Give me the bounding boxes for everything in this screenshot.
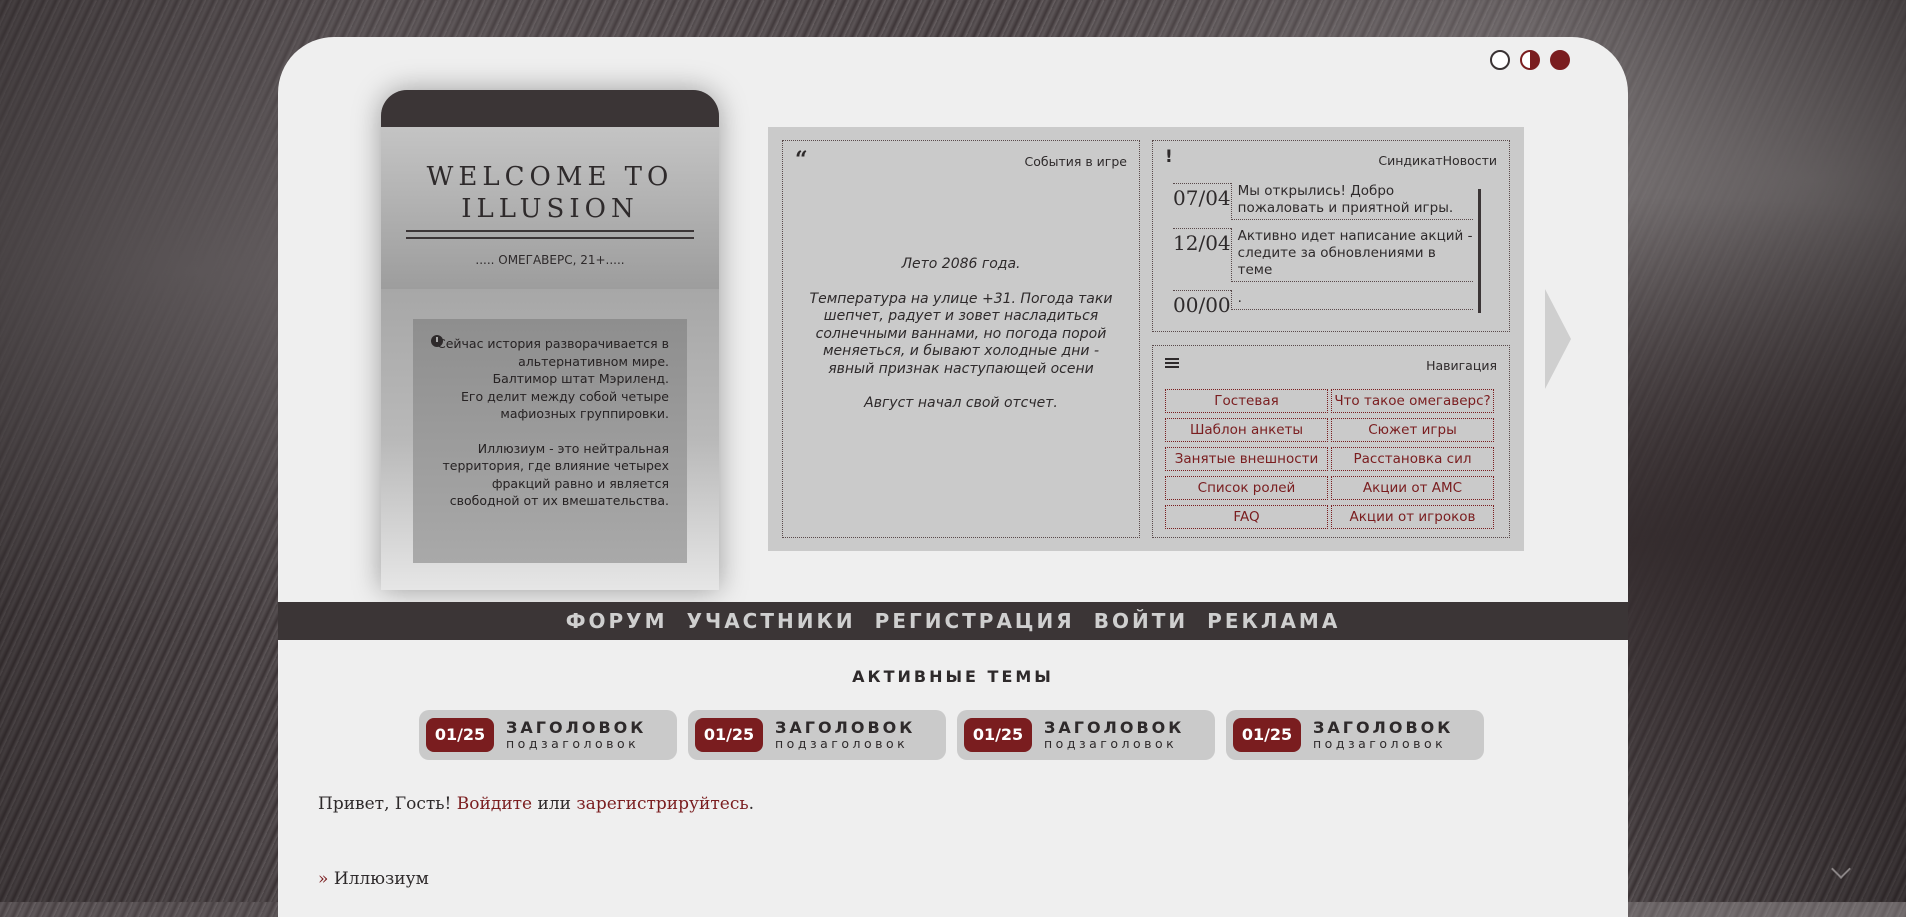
welcome-panel: WELCOME TO ILLUSION ..... ОМЕГАВЕРС, 21+… (381, 90, 719, 590)
welcome-topbar (381, 90, 719, 127)
login-link[interactable]: Войдите (457, 794, 532, 814)
news-scrollbar[interactable] (1478, 189, 1481, 313)
exclamation-icon: ! (1165, 147, 1173, 167)
events-paragraph-2: Температура на улице +31. Погода таки ше… (809, 290, 1113, 377)
news-item: 12/04 Активно идет написание акций - сле… (1173, 228, 1473, 282)
nav-title: Навигация (1426, 358, 1497, 373)
events-paragraph-3: Август начал свой отсчет. (864, 395, 1058, 411)
events-title: События в игре (1024, 154, 1127, 169)
topic-subtitle: подзаголовок (506, 736, 640, 751)
clock-icon (431, 335, 443, 347)
guest-greeting: Привет, Гость! Войдите или зарегистрируй… (318, 794, 754, 814)
events-body: Лето 2086 года. Температура на улице +31… (803, 256, 1119, 430)
events-panel: “ События в игре Лето 2086 года. Темпера… (782, 140, 1140, 538)
news-text: Активно идет написание акций - следите з… (1230, 228, 1473, 282)
story-box: Сейчас история разворачивается в альтерн… (413, 319, 687, 563)
welcome-title-line1: WELCOME TO (426, 162, 674, 192)
welcome-title: WELCOME TO ILLUSION (381, 127, 719, 225)
topic-count-badge: 01/25 (695, 718, 763, 752)
news-list: 07/04 Мы открылись! Добро пожаловать и п… (1173, 183, 1473, 325)
list-icon (1165, 358, 1179, 370)
news-date: 07/04 (1173, 183, 1231, 210)
menu-advertising[interactable]: РЕКЛАМА (1207, 602, 1340, 640)
topic-title: ЗАГОЛОВОК (1313, 718, 1454, 737)
nav-links: Гостевая Что такое омегаверс? Шаблон анк… (1165, 389, 1494, 529)
theme-dark-button[interactable] (1550, 50, 1570, 70)
theme-half-button[interactable] (1520, 50, 1540, 70)
news-date: 12/04 (1173, 228, 1231, 255)
nav-link-admin-promos[interactable]: Акции от АМС (1331, 476, 1494, 500)
theme-switcher (1490, 50, 1570, 70)
quote-icon: “ (795, 147, 808, 173)
topic-title: ЗАГОЛОВОК (1044, 718, 1185, 737)
news-item: 00/00 . (1173, 290, 1473, 317)
menu-login[interactable]: ВОЙТИ (1094, 602, 1188, 640)
topic-count-badge: 01/25 (964, 718, 1032, 752)
menu-register[interactable]: РЕГИСТРАЦИЯ (875, 602, 1075, 640)
topic-subtitle: подзаголовок (775, 736, 909, 751)
story-paragraph-1: Сейчас история разворачивается в альтерн… (436, 336, 669, 421)
nav-link-roles-list[interactable]: Список ролей (1165, 476, 1328, 500)
active-topic-card[interactable]: 01/25 ЗАГОЛОВОК подзаголовок (688, 710, 946, 760)
welcome-header: WELCOME TO ILLUSION ..... ОМЕГАВЕРС, 21+… (381, 127, 719, 289)
category-marker: » (318, 869, 329, 889)
navigation-panel: Навигация Гостевая Что такое омегаверс? … (1152, 345, 1510, 538)
nav-link-profile-template[interactable]: Шаблон анкеты (1165, 418, 1328, 442)
welcome-subtitle: ..... ОМЕГАВЕРС, 21+..... (475, 253, 625, 267)
topic-count-badge: 01/25 (426, 718, 494, 752)
news-text: Мы открылись! Добро пожаловать и приятно… (1230, 183, 1473, 220)
topic-title: ЗАГОЛОВОК (506, 718, 647, 737)
register-link[interactable]: зарегистрируйтесь (576, 794, 748, 814)
topic-count-badge: 01/25 (1233, 718, 1301, 752)
nav-link-player-promos[interactable]: Акции от игроков (1331, 505, 1494, 529)
news-panel: ! СиндикатНовости 07/04 Мы открылись! До… (1152, 140, 1510, 332)
active-topic-card[interactable]: 01/25 ЗАГОЛОВОК подзаголовок (957, 710, 1215, 760)
title-rule (406, 230, 694, 239)
news-item: 07/04 Мы открылись! Добро пожаловать и п… (1173, 183, 1473, 220)
topic-subtitle: подзаголовок (1044, 736, 1178, 751)
news-title: СиндикатНовости (1378, 153, 1497, 168)
topic-title: ЗАГОЛОВОК (775, 718, 916, 737)
events-paragraph-1: Лето 2086 года. (901, 256, 1021, 272)
info-board: “ События в игре Лето 2086 года. Темпера… (768, 127, 1524, 551)
menu-members[interactable]: УЧАСТНИКИ (687, 602, 856, 640)
active-topics-list: 01/25 ЗАГОЛОВОК подзаголовок 01/25 ЗАГОЛ… (419, 710, 1484, 760)
forum-category[interactable]: » Иллюзиум (318, 869, 429, 889)
nav-link-plot[interactable]: Сюжет игры (1331, 418, 1494, 442)
slider-next-arrow[interactable] (1545, 289, 1571, 389)
nav-link-guestbook[interactable]: Гостевая (1165, 389, 1328, 413)
active-topic-card[interactable]: 01/25 ЗАГОЛОВОК подзаголовок (419, 710, 677, 760)
theme-light-button[interactable] (1490, 50, 1510, 70)
greeting-prefix: Привет, Гость! (318, 794, 457, 814)
nav-link-taken-faces[interactable]: Занятые внешности (1165, 447, 1328, 471)
main-menu: ФОРУМ УЧАСТНИКИ РЕГИСТРАЦИЯ ВОЙТИ РЕКЛАМ… (278, 602, 1628, 640)
story-paragraph-2: Иллюзиум - это нейтральная территория, г… (442, 440, 669, 509)
main-card: WELCOME TO ILLUSION ..... ОМЕГАВЕРС, 21+… (278, 37, 1628, 917)
category-name: Иллюзиум (333, 869, 429, 889)
news-date: 00/00 (1173, 290, 1231, 317)
greeting-suffix: . (748, 794, 754, 814)
nav-link-faq[interactable]: FAQ (1165, 505, 1328, 529)
active-topics-title: АКТИВНЫЕ ТЕМЫ (852, 667, 1054, 686)
news-text: . (1230, 290, 1473, 310)
welcome-title-line2: ILLUSION (461, 194, 639, 224)
menu-forum[interactable]: ФОРУМ (566, 602, 668, 640)
nav-link-balance-of-power[interactable]: Расстановка сил (1331, 447, 1494, 471)
topic-subtitle: подзаголовок (1313, 736, 1447, 751)
nav-link-what-is-omegaverse[interactable]: Что такое омегаверс? (1331, 389, 1494, 413)
greeting-middle: или (532, 794, 577, 814)
active-topic-card[interactable]: 01/25 ЗАГОЛОВОК подзаголовок (1226, 710, 1484, 760)
